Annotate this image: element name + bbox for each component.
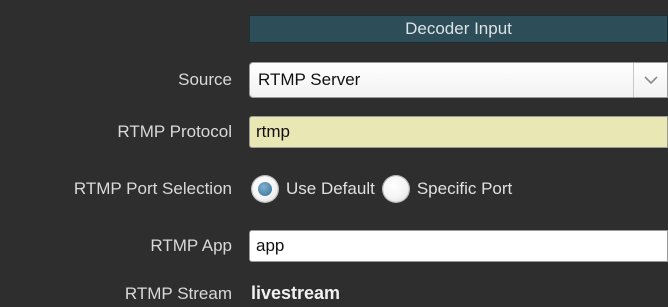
source-label: Source xyxy=(178,70,232,89)
protocol-label: RTMP Protocol xyxy=(117,122,232,141)
radio-specific-port[interactable]: Specific Port xyxy=(382,176,512,202)
protocol-input[interactable] xyxy=(249,116,668,148)
radio-use-default[interactable]: Use Default xyxy=(252,176,375,202)
port-selection-radio-group: Use Default Specific Port xyxy=(252,172,520,206)
app-label: RTMP App xyxy=(150,236,232,255)
source-select-value: RTMP Server xyxy=(258,70,361,89)
source-select[interactable]: RTMP Server xyxy=(249,62,668,98)
radio-use-default-label[interactable]: Use Default xyxy=(286,179,375,199)
app-input[interactable] xyxy=(249,230,668,262)
port-selection-label: RTMP Port Selection xyxy=(73,179,232,198)
chevron-down-icon[interactable] xyxy=(634,63,667,97)
radio-specific-port-label[interactable]: Specific Port xyxy=(417,179,512,199)
radio-checked-icon[interactable] xyxy=(252,176,278,202)
stream-label: RTMP Stream xyxy=(124,284,232,303)
stream-value: livestream xyxy=(251,283,341,303)
radio-unchecked-icon[interactable] xyxy=(382,176,409,202)
panel-title: Decoder Input xyxy=(249,15,668,43)
